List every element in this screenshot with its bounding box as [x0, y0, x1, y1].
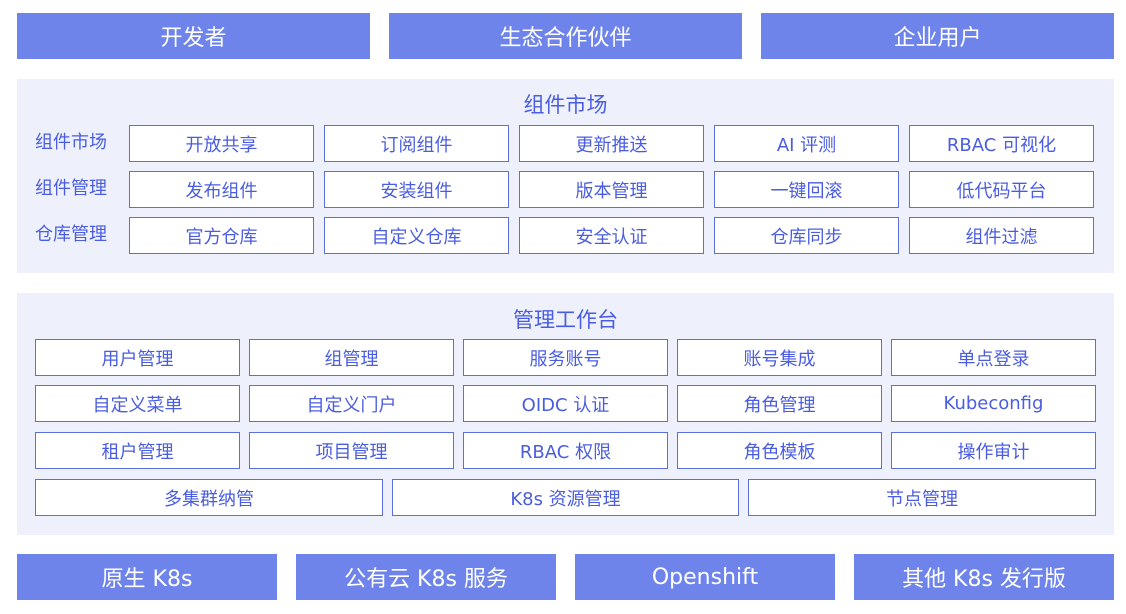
cell-account-integration: 账号集成 — [677, 339, 882, 376]
cell-security-certification: 安全认证 — [519, 217, 704, 254]
top-bar-developer: 开发者 — [17, 13, 370, 59]
component-market-title: 组件市场 — [523, 93, 608, 117]
cell-subscribe-component: 订阅组件 — [324, 125, 509, 162]
cell-ai-evaluation: AI 评测 — [714, 125, 899, 162]
cell-tenant-management: 租户管理 — [35, 432, 240, 469]
cell-official-repository: 官方仓库 — [129, 217, 314, 254]
cell-rbac-permission: RBAC 权限 — [463, 432, 668, 469]
workbench-panel: 管理工作台 用户管理 组管理 服务账号 账号集成 单点登录 自定义菜单 自定义门… — [17, 293, 1114, 535]
cell-service-account: 服务账号 — [463, 339, 668, 376]
row-label-component-management: 组件管理 — [35, 178, 107, 199]
cell-install-component: 安装组件 — [324, 171, 509, 208]
cell-one-click-rollback: 一键回滚 — [714, 171, 899, 208]
cell-oidc-auth: OIDC 认证 — [463, 385, 668, 422]
cell-repository-sync: 仓库同步 — [714, 217, 899, 254]
cell-low-code-platform: 低代码平台 — [909, 171, 1094, 208]
cell-user-management: 用户管理 — [35, 339, 240, 376]
cell-version-management: 版本管理 — [519, 171, 704, 208]
cell-open-share: 开放共享 — [129, 125, 314, 162]
bottom-bar-native-k8s: 原生 K8s — [17, 554, 277, 600]
top-bar-enterprise-user: 企业用户 — [761, 13, 1114, 59]
cell-custom-menu: 自定义菜单 — [35, 385, 240, 422]
cell-custom-repository: 自定义仓库 — [324, 217, 509, 254]
cell-node-management: 节点管理 — [748, 479, 1096, 516]
cell-component-filter: 组件过滤 — [909, 217, 1094, 254]
bottom-bar-openshift: Openshift — [575, 554, 835, 600]
bottom-bar-other-k8s-distributions: 其他 K8s 发行版 — [854, 554, 1114, 600]
row-label-component-market: 组件市场 — [35, 132, 107, 153]
bottom-bar-public-cloud-k8s: 公有云 K8s 服务 — [296, 554, 556, 600]
component-market-panel: 组件市场 组件市场 开放共享 订阅组件 更新推送 AI 评测 RBAC 可视化 … — [17, 79, 1114, 273]
cell-update-push: 更新推送 — [519, 125, 704, 162]
cell-rbac-visualization: RBAC 可视化 — [909, 125, 1094, 162]
cell-group-management: 组管理 — [249, 339, 454, 376]
top-bar-ecosystem-partner: 生态合作伙伴 — [389, 13, 742, 59]
cell-publish-component: 发布组件 — [129, 171, 314, 208]
workbench-title: 管理工作台 — [513, 308, 618, 332]
cell-project-management: 项目管理 — [249, 432, 454, 469]
cell-role-template: 角色模板 — [677, 432, 882, 469]
cell-kubeconfig: Kubeconfig — [891, 385, 1096, 422]
row-label-repository-management: 仓库管理 — [35, 224, 107, 245]
cell-single-sign-on: 单点登录 — [891, 339, 1096, 376]
cell-operation-audit: 操作审计 — [891, 432, 1096, 469]
cell-custom-portal: 自定义门户 — [249, 385, 454, 422]
cell-k8s-resource-management: K8s 资源管理 — [392, 479, 739, 516]
cell-multi-cluster-management: 多集群纳管 — [35, 479, 383, 516]
cell-role-management: 角色管理 — [677, 385, 882, 422]
